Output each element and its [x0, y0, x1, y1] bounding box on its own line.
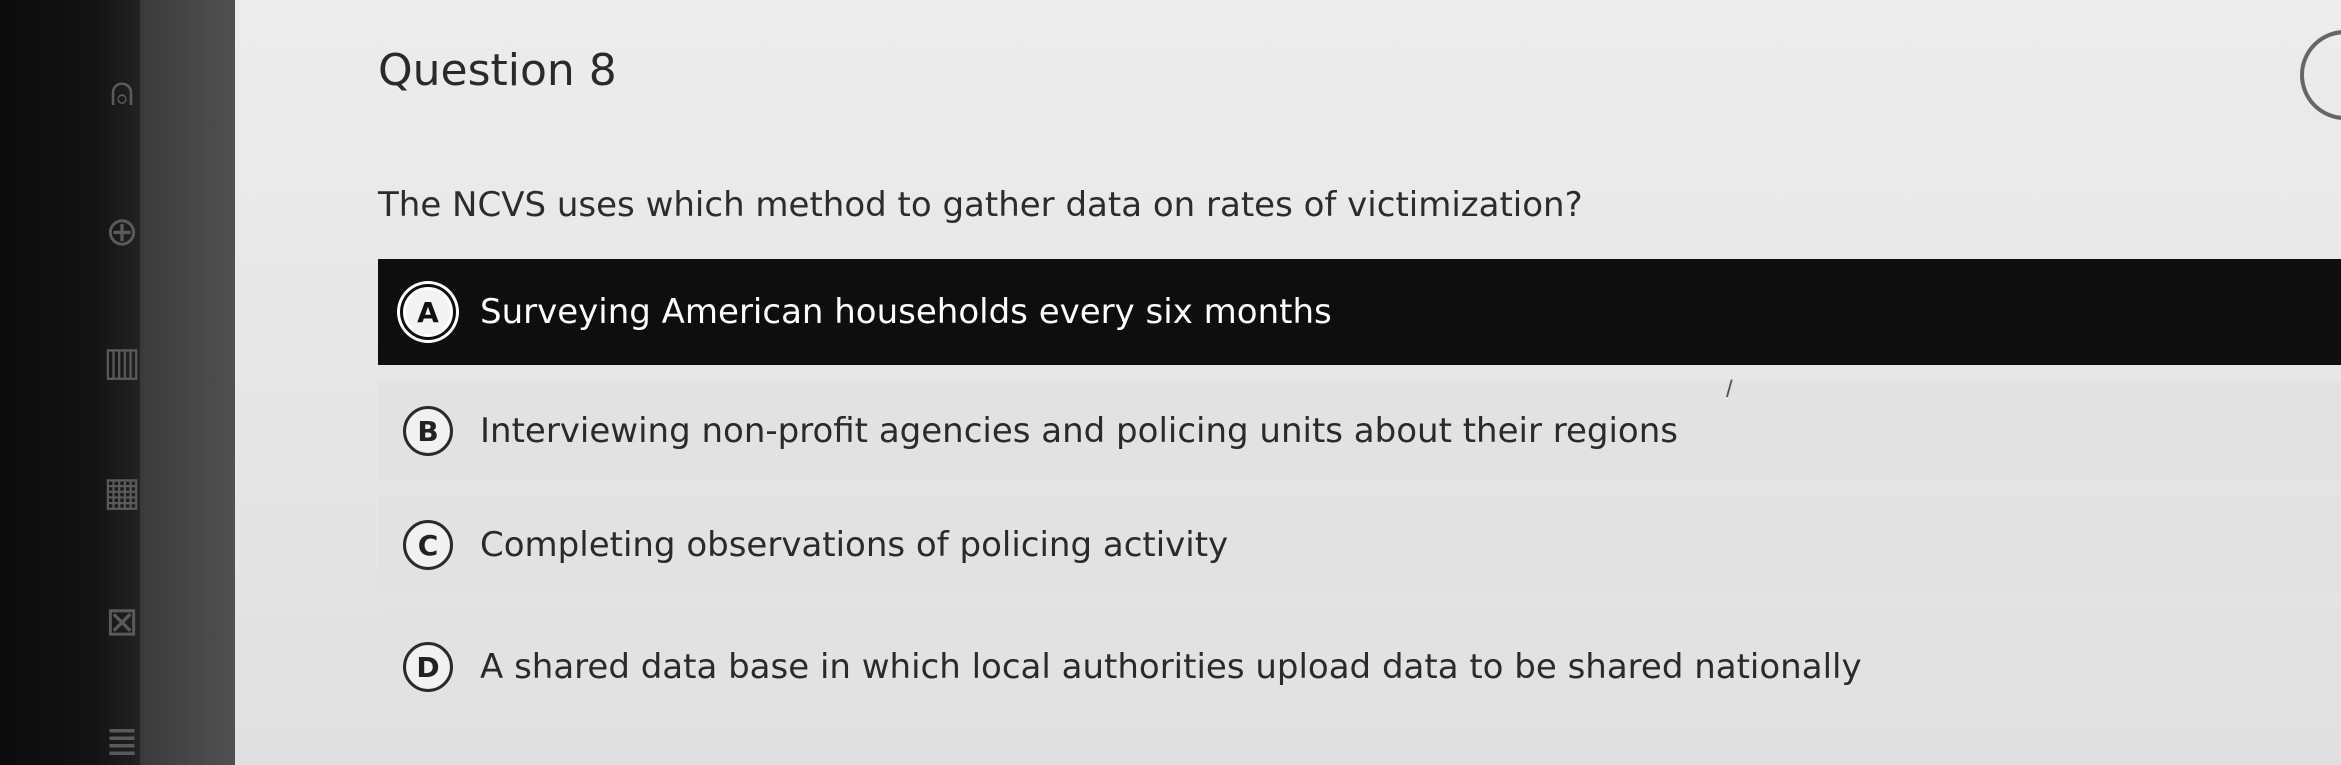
answer-label: A shared data base in which local author…	[480, 647, 1862, 687]
answer-letter-badge: B	[403, 406, 453, 456]
question-title: Question 8	[378, 45, 617, 96]
quiz-page: ⍝ ⊕ ▥ ▦ ⊠ ≣ Question 8 The NCVS uses whi…	[0, 0, 2341, 765]
grid-icon[interactable]: ▦	[100, 470, 144, 514]
mail-icon[interactable]: ⊠	[100, 600, 144, 644]
list-icon[interactable]: ≣	[100, 720, 144, 764]
answer-letter-badge: A	[403, 287, 453, 337]
answer-label: Interviewing non-profit agencies and pol…	[480, 411, 1678, 451]
answer-letter-badge: D	[403, 642, 453, 692]
user-icon[interactable]: ⍝	[100, 70, 144, 114]
answer-letter-badge: C	[403, 520, 453, 570]
answer-option-b[interactable]: B Interviewing non-profit agencies and p…	[378, 381, 2341, 481]
answer-option-c[interactable]: C Completing observations of policing ac…	[378, 495, 2341, 595]
answer-option-d[interactable]: D A shared data base in which local auth…	[378, 612, 2341, 722]
question-text: The NCVS uses which method to gather dat…	[378, 185, 1583, 225]
calendar-icon[interactable]: ▥	[100, 340, 144, 384]
sidebar	[140, 0, 235, 765]
answer-label: Surveying American households every six …	[480, 292, 1332, 332]
answer-label: Completing observations of policing acti…	[480, 525, 1229, 565]
globe-icon[interactable]: ⊕	[100, 210, 144, 254]
stray-mark: /	[1726, 376, 1733, 403]
answer-option-a[interactable]: A Surveying American households every si…	[378, 259, 2341, 365]
